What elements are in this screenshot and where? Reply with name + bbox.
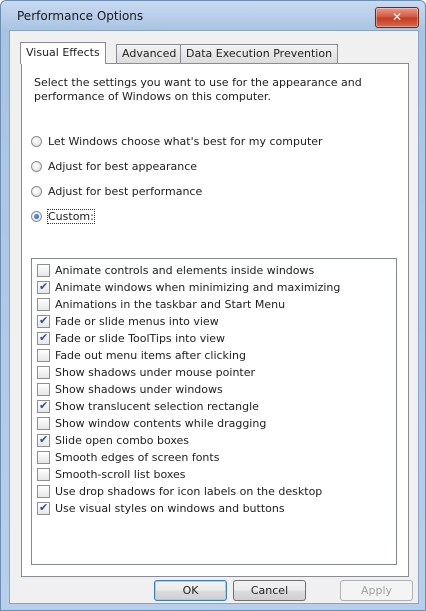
radio-best-performance[interactable]: Adjust for best performance xyxy=(31,183,202,199)
radio-label: Custom: xyxy=(47,208,95,224)
performance-options-window: Performance Options ✕ Visual Effects Adv… xyxy=(0,0,426,611)
intro-text: Select the settings you want to use for … xyxy=(34,76,362,103)
effect-item-slide-combo-boxes[interactable]: Slide open combo boxes xyxy=(37,432,189,448)
radio-button-icon[interactable] xyxy=(31,160,42,172)
effect-label: Show translucent selection rectangle xyxy=(55,399,259,413)
effect-item-window-shadows[interactable]: Show shadows under windows xyxy=(37,381,223,397)
dialog-client-area: Visual Effects Advanced Data Execution P… xyxy=(9,30,419,604)
effect-item-window-contents-drag[interactable]: Show window contents while dragging xyxy=(37,415,266,431)
checkbox[interactable] xyxy=(37,450,50,464)
effect-label: Use drop shadows for icon labels on the … xyxy=(55,484,323,498)
effect-item-translucent-selection[interactable]: Show translucent selection rectangle xyxy=(37,398,259,414)
tab-label: Advanced xyxy=(122,47,177,60)
visual-effects-list[interactable]: Animate controls and elements inside win… xyxy=(31,258,397,565)
checkbox[interactable] xyxy=(37,348,50,362)
checkbox[interactable] xyxy=(37,382,50,396)
effect-label: Fade out menu items after clicking xyxy=(55,348,246,362)
effect-label: Animate controls and elements inside win… xyxy=(55,263,315,277)
tab-label: Visual Effects xyxy=(26,46,100,59)
close-button[interactable]: ✕ xyxy=(375,7,419,28)
checkbox-checked[interactable] xyxy=(37,433,50,447)
checkbox[interactable] xyxy=(37,416,50,430)
close-icon: ✕ xyxy=(391,10,403,24)
tab-visual-effects[interactable]: Visual Effects xyxy=(20,42,106,64)
checkbox-checked[interactable] xyxy=(37,399,50,413)
effect-item-taskbar-animations[interactable]: Animations in the taskbar and Start Menu xyxy=(37,296,285,312)
checkbox[interactable] xyxy=(37,263,50,277)
radio-custom[interactable]: Custom: xyxy=(31,208,95,224)
checkbox[interactable] xyxy=(37,365,50,379)
radio-button-selected-icon[interactable] xyxy=(31,210,42,222)
radio-let-windows-choose[interactable]: Let Windows choose what's best for my co… xyxy=(31,133,323,149)
effect-item-animate-windows[interactable]: Animate windows when minimizing and maxi… xyxy=(37,279,340,295)
effect-label: Smooth edges of screen fonts xyxy=(55,450,220,464)
apply-button[interactable]: Apply xyxy=(340,580,413,601)
effect-label: Slide open combo boxes xyxy=(55,433,190,447)
effect-item-smooth-fonts[interactable]: Smooth edges of screen fonts xyxy=(37,449,219,465)
checkbox-checked[interactable] xyxy=(37,501,50,515)
effect-label: Show window contents while dragging xyxy=(55,416,267,430)
radio-best-appearance[interactable]: Adjust for best appearance xyxy=(31,158,197,174)
title-bar[interactable]: Performance Options ✕ xyxy=(1,1,425,30)
checkbox-checked[interactable] xyxy=(37,280,50,294)
radio-label: Adjust for best appearance xyxy=(48,159,198,173)
visual-effects-panel: Select the settings you want to use for … xyxy=(21,63,409,577)
window-title: Performance Options xyxy=(17,9,144,23)
tab-advanced[interactable]: Advanced xyxy=(116,44,183,63)
effect-label: Show shadows under windows xyxy=(55,382,223,396)
checkbox[interactable] xyxy=(37,297,50,311)
radio-button-icon[interactable] xyxy=(31,185,42,197)
ok-button[interactable]: OK xyxy=(154,580,227,601)
effect-label: Fade or slide menus into view xyxy=(55,314,219,328)
radio-label: Let Windows choose what's best for my co… xyxy=(48,134,323,148)
effect-label: Animate windows when minimizing and maxi… xyxy=(55,280,341,294)
effect-item-smooth-scroll[interactable]: Smooth-scroll list boxes xyxy=(37,466,186,482)
effect-label: Animations in the taskbar and Start Menu xyxy=(55,297,286,311)
effect-item-visual-styles[interactable]: Use visual styles on windows and buttons xyxy=(37,500,285,516)
cancel-button[interactable]: Cancel xyxy=(233,580,306,601)
effect-item-fade-menus[interactable]: Fade or slide menus into view xyxy=(37,313,219,329)
tab-label: Data Execution Prevention xyxy=(186,47,333,60)
checkbox[interactable] xyxy=(37,467,50,481)
effect-item-animate-controls[interactable]: Animate controls and elements inside win… xyxy=(37,262,314,278)
effect-label: Fade or slide ToolTips into view xyxy=(55,331,226,345)
radio-label: Adjust for best performance xyxy=(48,184,203,198)
effect-item-icon-label-shadows[interactable]: Use drop shadows for icon labels on the … xyxy=(37,483,322,499)
tab-data-execution-prevention[interactable]: Data Execution Prevention xyxy=(180,44,339,63)
effect-label: Smooth-scroll list boxes xyxy=(55,467,186,481)
checkbox[interactable] xyxy=(37,484,50,498)
effect-label: Use visual styles on windows and buttons xyxy=(55,501,285,515)
radio-button-icon[interactable] xyxy=(31,135,42,147)
effect-item-fade-tooltips[interactable]: Fade or slide ToolTips into view xyxy=(37,330,225,346)
checkbox-checked[interactable] xyxy=(37,314,50,328)
effect-item-pointer-shadow[interactable]: Show shadows under mouse pointer xyxy=(37,364,255,380)
effect-label: Show shadows under mouse pointer xyxy=(55,365,256,379)
effect-item-fade-menu-items[interactable]: Fade out menu items after clicking xyxy=(37,347,246,363)
checkbox-checked[interactable] xyxy=(37,331,50,345)
